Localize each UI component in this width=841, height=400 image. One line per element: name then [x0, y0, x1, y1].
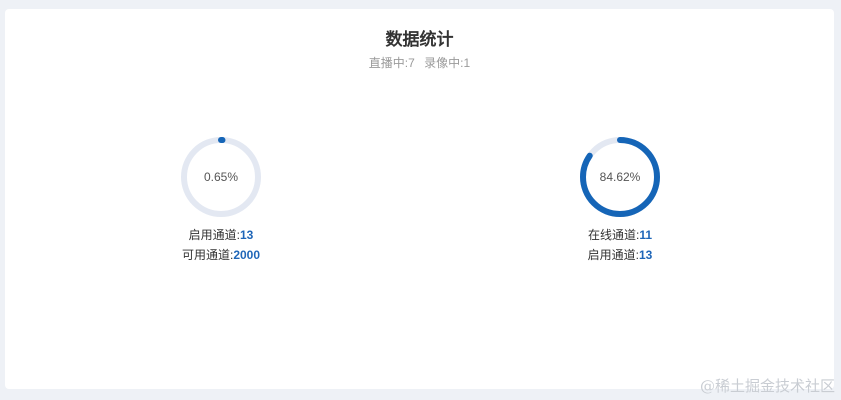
enabled-channels-stat: 启用通道:13 — [141, 225, 301, 245]
stat-value: 11 — [639, 228, 653, 242]
statistics-card: 数据统计 直播中:7 录像中:1 0.65% 启用通道:13 可用通道:2000… — [5, 9, 834, 389]
enabled-channels-stat: 启用通道:13 — [540, 245, 700, 265]
available-channels-stat: 可用通道:2000 — [141, 245, 301, 265]
stat-value: 13 — [239, 228, 254, 242]
record-status: 录像中:1 — [424, 56, 470, 70]
percent-label: 0.65% — [203, 170, 239, 184]
live-label: 直播中: — [368, 56, 409, 70]
page-title: 数据统计 — [385, 30, 454, 49]
live-count: 7 — [408, 56, 415, 70]
stat-label: 可用通道: — [181, 248, 234, 262]
online-channels-stat: 在线通道:11 — [540, 225, 700, 245]
stat-label: 启用通道: — [188, 228, 240, 242]
online-rate-gauge: 84.62% 在线通道:11 启用通道:13 — [540, 135, 700, 265]
watermark: @稀土掘金技术社区 — [699, 377, 835, 395]
percent-label: 84.62% — [599, 170, 641, 184]
status-summary: 直播中:7 录像中:1 — [5, 54, 834, 71]
stat-value: 13 — [638, 248, 653, 262]
progress-ring: 0.65% — [179, 135, 263, 219]
stat-label: 启用通道: — [587, 248, 639, 262]
record-label: 录像中: — [424, 56, 464, 70]
progress-ring: 84.62% — [578, 135, 662, 219]
stat-label: 在线通道: — [587, 228, 640, 242]
channel-usage-gauge: 0.65% 启用通道:13 可用通道:2000 — [141, 135, 301, 265]
stat-value: 2000 — [233, 248, 261, 262]
record-count: 1 — [463, 56, 471, 70]
live-status: 直播中:7 — [369, 56, 415, 70]
